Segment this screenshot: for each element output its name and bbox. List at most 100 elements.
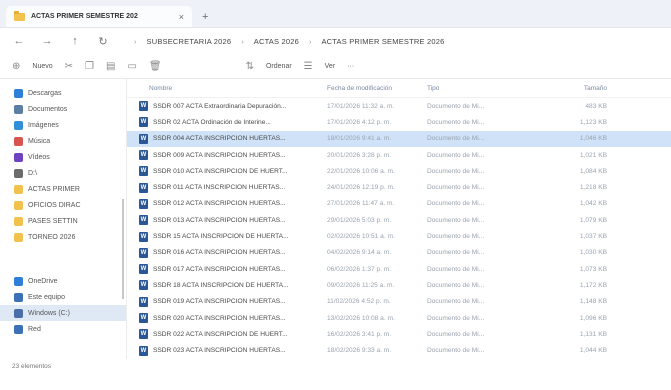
sidebar-item[interactable]: Este equipo xyxy=(0,289,126,305)
word-document-icon: W xyxy=(139,166,148,177)
sidebar-item[interactable]: Música xyxy=(0,133,126,149)
new-button[interactable]: Nuevo xyxy=(32,63,52,70)
breadcrumb-item[interactable]: ACTAS PRIMER SEMESTRE 2026 xyxy=(321,37,444,46)
file-row[interactable]: W SSDR 012 ACTA INSCRIPCION HUERTAS... 27/… xyxy=(127,196,671,212)
file-name-cell: W SSDR 017 ACTA INSCRIPCION HUERTAS... xyxy=(127,264,327,275)
content-area: Descargas Documentos Imágenes Música Vídeos D… xyxy=(0,79,671,359)
file-date: 29/01/2026 5:03 p. m. xyxy=(327,216,392,224)
file-date: 17/01/2026 4:12 p. m. xyxy=(327,118,392,126)
word-document-icon: W xyxy=(139,215,148,226)
address-bar[interactable]: › SUBSECRETARIA 2026 › ACTAS 2026 › ACTA… xyxy=(134,37,659,46)
file-name-cell: W SSDR 009 ACTA INSCRIPCION HUERTAS... xyxy=(127,150,327,161)
more-options-button[interactable]: ··· xyxy=(347,63,354,70)
file-size: 1,148 KB xyxy=(579,298,607,306)
sidebar-item[interactable]: OFICIOS DIRAC xyxy=(0,197,126,213)
file-size: 1,042 KB xyxy=(579,200,607,208)
file-row[interactable]: W SSDR 022 ACTA INSCRIPCION DE HUERT... 16… xyxy=(127,326,671,342)
sidebar-item[interactable]: OneDrive xyxy=(0,273,126,289)
sidebar-item[interactable]: ACTAS PRIMER xyxy=(0,181,126,197)
file-row[interactable]: W SSDR 007 ACTA Extraordinaria Depuración… xyxy=(127,98,671,114)
file-row[interactable]: W SSDR 019 ACTA INSCRIPCION HUERTAS... 11/… xyxy=(127,294,671,310)
file-row[interactable]: W SSDR 023 ACTA INSCRIPCION HUERTAS... 18/… xyxy=(127,342,671,358)
delete-icon[interactable]: 🗑 xyxy=(149,61,162,72)
sidebar-item[interactable]: Vídeos xyxy=(0,149,126,165)
word-document-icon: W xyxy=(139,329,148,340)
view-button[interactable]: Ver xyxy=(325,63,336,70)
sidebar-item[interactable]: D:\ xyxy=(0,165,126,181)
chevron-right-icon: › xyxy=(134,36,137,46)
close-tab-icon[interactable]: × xyxy=(179,12,184,22)
file-size: 1,037 KB xyxy=(579,233,607,241)
up-button[interactable]: ↑ xyxy=(68,35,82,47)
file-type: Documento de Mi... xyxy=(427,102,485,110)
new-icon: ⊕ xyxy=(12,60,21,72)
file-row[interactable]: W SSDR 18 ACTA INSCRIPCION DE HUERTA... 09… xyxy=(127,277,671,293)
word-document-icon: W xyxy=(139,198,148,209)
word-document-icon: W xyxy=(139,182,148,193)
file-date: 04/02/2026 9:14 a. m. xyxy=(327,249,392,257)
file-row[interactable]: W SSDR 02 ACTA Ordinación de Interine... 1… xyxy=(127,114,671,130)
column-date[interactable]: Fecha de modificación xyxy=(327,85,427,92)
breadcrumb-item[interactable]: SUBSECRETARIA 2026 xyxy=(147,37,232,46)
file-row[interactable]: W SSDR 009 ACTA INSCRIPCION HUERTAS... 20/… xyxy=(127,147,671,163)
column-type[interactable]: Tipo xyxy=(427,85,527,92)
file-row[interactable]: W SSDR 020 ACTA INSCRIPCION HUERTAS... 13/… xyxy=(127,310,671,326)
forward-button[interactable]: → xyxy=(40,35,54,47)
new-tab-button[interactable]: + xyxy=(202,11,208,23)
file-row[interactable]: W SSDR 010 ACTA INSCRIPCION DE HUERT... 22… xyxy=(127,163,671,179)
file-name-cell: W SSDR 02 ACTA Ordinación de Interine... xyxy=(127,117,327,128)
breadcrumb-item[interactable]: ACTAS 2026 xyxy=(254,37,299,46)
copy-icon[interactable]: ❐ xyxy=(85,61,94,72)
file-type: Documento de Mi... xyxy=(427,151,485,159)
word-document-icon: W xyxy=(139,345,148,356)
file-size: 1,044 KB xyxy=(579,347,607,355)
sidebar-item-label: PASES SETTIN xyxy=(28,217,78,225)
file-row[interactable]: W SSDR 017 ACTA INSCRIPCION HUERTAS... 06/… xyxy=(127,261,671,277)
sidebar-item[interactable]: Descargas xyxy=(0,85,126,101)
file-name-cell: W SSDR 010 ACTA INSCRIPCION DE HUERT... xyxy=(127,166,327,177)
file-name-cell: W SSDR 15 ACTA INSCRIPCION DE HUERTA... xyxy=(127,231,327,242)
word-document-icon: W xyxy=(139,231,148,242)
sidebar-item[interactable]: TORNEO 2026 xyxy=(0,229,126,245)
sidebar-scrollbar[interactable] xyxy=(122,199,124,299)
back-button[interactable]: ← xyxy=(12,35,26,47)
file-date: 16/02/2026 3:41 p. m. xyxy=(327,330,392,338)
column-header-row: Nombre Fecha de modificación Tipo Tamaño xyxy=(127,79,671,98)
file-name-cell: W SSDR 18 ACTA INSCRIPCION DE HUERTA... xyxy=(127,280,327,291)
column-size[interactable]: Tamaño xyxy=(527,85,617,92)
file-size: 1,218 KB xyxy=(579,184,607,192)
file-row[interactable]: W SSDR 011 ACTA INSCRIPCION HUERTAS... 24/… xyxy=(127,179,671,195)
tab-title: ACTAS PRIMER SEMESTRE 202 xyxy=(31,13,138,20)
file-size: 1,123 KB xyxy=(579,118,607,126)
tab-active-folder[interactable]: ACTAS PRIMER SEMESTRE 202 × xyxy=(6,6,192,27)
file-date: 24/01/2026 12:19 p. m. xyxy=(327,184,395,192)
file-name-cell: W SSDR 023 ACTA INSCRIPCION HUERTAS... xyxy=(127,345,327,356)
file-type: Documento de Mi... xyxy=(427,184,485,192)
sort-button[interactable]: Ordenar xyxy=(266,63,292,70)
file-size: 1,021 KB xyxy=(579,151,607,159)
cut-icon[interactable]: ✂ xyxy=(65,61,73,72)
file-row[interactable]: W SSDR 016 ACTA INSCRIPCION HUERTAS... 04/… xyxy=(127,245,671,261)
paste-icon[interactable]: ▤ xyxy=(106,61,115,72)
sidebar-item[interactable]: Documentos xyxy=(0,101,126,117)
file-name-cell: W SSDR 013 ACTA INSCRIPCION HUERTAS... xyxy=(127,215,327,226)
file-row[interactable]: W SSDR 004 ACTA INSCRIPCION HUERTAS... 18/… xyxy=(127,130,671,147)
file-row[interactable]: W SSDR 013 ACTA INSCRIPCION HUERTAS... 29/… xyxy=(127,212,671,228)
file-name: SSDR 011 ACTA INSCRIPCION HUERTAS... xyxy=(153,184,286,192)
sidebar-item[interactable]: PASES SETTIN xyxy=(0,213,126,229)
sidebar-item[interactable]: Red xyxy=(0,321,126,337)
sidebar-item[interactable]: Imágenes xyxy=(0,117,126,133)
file-size: 1,079 KB xyxy=(579,216,607,224)
column-name[interactable]: Nombre xyxy=(127,85,327,92)
location-icon xyxy=(14,216,23,226)
file-name-cell: W SSDR 022 ACTA INSCRIPCION DE HUERT... xyxy=(127,329,327,340)
file-name: SSDR 02 ACTA Ordinación de Interine... xyxy=(153,118,271,126)
sidebar-item-label: Vídeos xyxy=(28,153,50,161)
file-row[interactable]: W SSDR 15 ACTA INSCRIPCION DE HUERTA... 02… xyxy=(127,228,671,244)
rename-icon[interactable]: ▭ xyxy=(127,61,136,72)
word-document-icon: W xyxy=(139,296,148,307)
sidebar-item-label: Windows (C:) xyxy=(28,309,71,317)
refresh-button[interactable]: ↻ xyxy=(96,35,110,48)
sidebar-item[interactable]: Windows (C:) xyxy=(0,305,126,321)
